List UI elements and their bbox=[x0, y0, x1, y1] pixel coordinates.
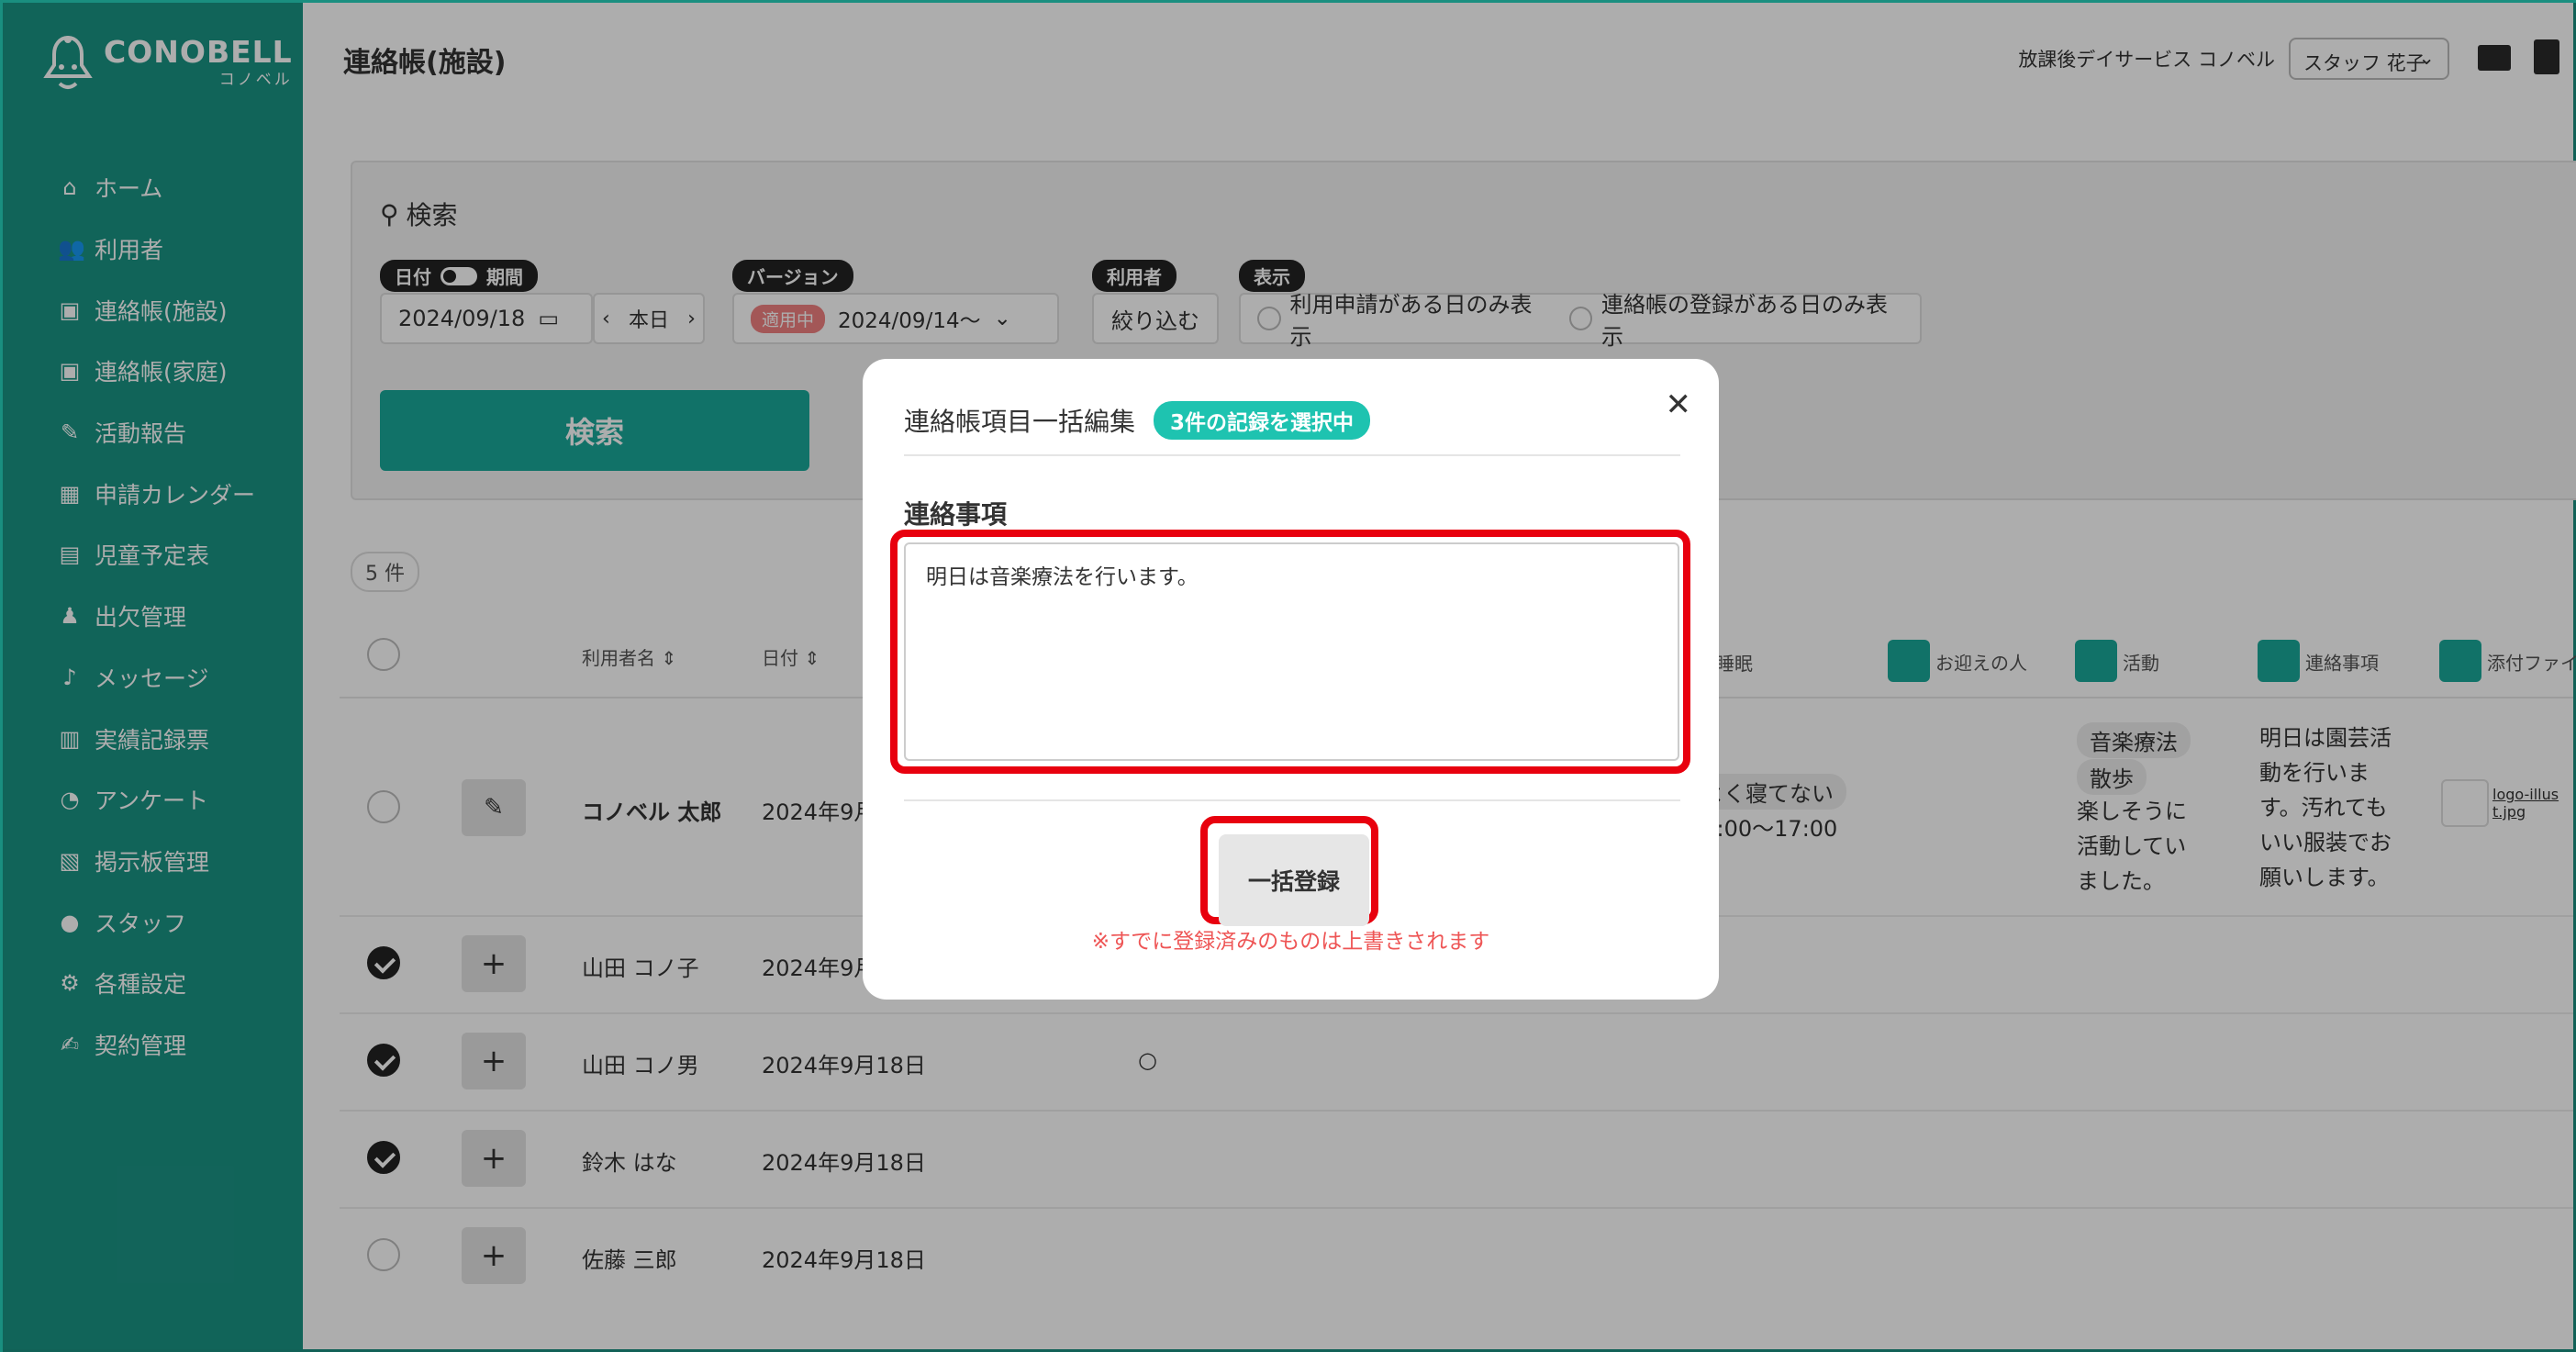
close-icon[interactable]: ✕ bbox=[1666, 386, 1692, 423]
bulk-edit-modal: 連絡帳項目一括編集 3件の記録を選択中 ✕ 連絡事項 明日は音楽療法を行います。… bbox=[863, 359, 1719, 1000]
modal-divider bbox=[904, 454, 1680, 456]
overwrite-warning: ※すでに登録済みのものは上書きされます bbox=[1091, 930, 1490, 954]
bulk-register-button[interactable]: 一括登録 bbox=[1219, 834, 1369, 926]
notes-textarea[interactable]: 明日は音楽療法を行います。 bbox=[904, 542, 1679, 761]
modal-header: 連絡帳項目一括編集 3件の記録を選択中 bbox=[904, 401, 1371, 440]
notes-field-label: 連絡事項 bbox=[904, 499, 1008, 530]
modal-divider bbox=[904, 799, 1680, 801]
selected-count-badge: 3件の記録を選択中 bbox=[1154, 401, 1371, 440]
modal-title: 連絡帳項目一括編集 bbox=[904, 407, 1136, 437]
